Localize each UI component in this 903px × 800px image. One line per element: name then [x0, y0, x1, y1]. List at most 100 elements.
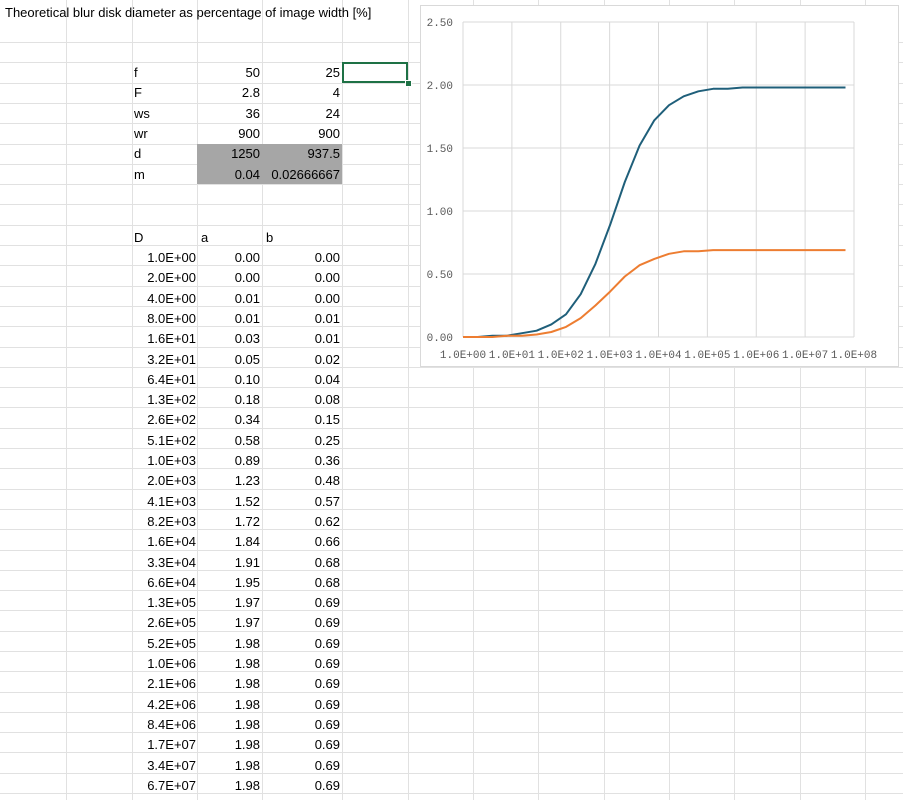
cell-a[interactable]: 1.52 [197, 492, 260, 512]
param-value-1[interactable]: 50 [197, 63, 260, 83]
cell-b[interactable]: 0.04 [262, 370, 340, 390]
cell-b[interactable]: 0.69 [262, 695, 340, 715]
sheet-title[interactable]: Theoretical blur disk diameter as percen… [5, 3, 371, 23]
cell-b[interactable]: 0.01 [262, 329, 340, 349]
cell-b[interactable]: 0.02 [262, 350, 340, 370]
cell-a[interactable]: 0.03 [197, 329, 260, 349]
cell-a[interactable]: 1.95 [197, 573, 260, 593]
cell-b[interactable]: 0.69 [262, 613, 340, 633]
cell-a[interactable]: 1.72 [197, 512, 260, 532]
cell-d[interactable]: 1.3E+05 [132, 593, 196, 613]
cell-a[interactable]: 1.97 [197, 613, 260, 633]
cell-b[interactable]: 0.69 [262, 674, 340, 694]
param-value-1[interactable]: 1250 [197, 144, 260, 164]
param-value-2[interactable]: 937.5 [262, 144, 340, 164]
cell-a[interactable]: 1.98 [197, 634, 260, 654]
cell-a[interactable]: 1.23 [197, 471, 260, 491]
cell-d[interactable]: 4.0E+00 [132, 289, 196, 309]
cell-a[interactable]: 1.91 [197, 553, 260, 573]
cell-a[interactable]: 0.58 [197, 431, 260, 451]
cell-d[interactable]: 6.7E+07 [132, 776, 196, 796]
cell-b[interactable]: 0.69 [262, 715, 340, 735]
line-chart[interactable]: 0.00 0.50 1.00 1.50 2.00 2.50 1.0E+00 1.0E+01 1.… [420, 5, 899, 367]
cell-b[interactable]: 0.36 [262, 451, 340, 471]
param-label[interactable]: F [134, 83, 142, 103]
param-value-1[interactable]: 0.04 [197, 165, 260, 185]
cell-a[interactable]: 1.98 [197, 674, 260, 694]
cell-a[interactable]: 0.00 [197, 248, 260, 268]
cell-d[interactable]: 1.6E+01 [132, 329, 196, 349]
cell-b[interactable]: 0.15 [262, 410, 340, 430]
cell-a[interactable]: 1.97 [197, 593, 260, 613]
cell-d[interactable]: 5.2E+05 [132, 634, 196, 654]
cell-d[interactable]: 3.3E+04 [132, 553, 196, 573]
cell-a[interactable]: 1.98 [197, 735, 260, 755]
active-cell-selection[interactable] [342, 62, 408, 83]
param-label[interactable]: d [134, 144, 141, 164]
param-value-1[interactable]: 2.8 [197, 83, 260, 103]
cell-d[interactable]: 3.4E+07 [132, 756, 196, 776]
cell-b[interactable]: 0.69 [262, 756, 340, 776]
cell-d[interactable]: 5.1E+02 [132, 431, 196, 451]
cell-d[interactable]: 1.3E+02 [132, 390, 196, 410]
param-label[interactable]: m [134, 165, 145, 185]
cell-d[interactable]: 2.1E+06 [132, 674, 196, 694]
cell-a[interactable]: 1.98 [197, 715, 260, 735]
cell-b[interactable]: 0.69 [262, 735, 340, 755]
cell-d[interactable]: 1.0E+06 [132, 654, 196, 674]
cell-b[interactable]: 0.00 [262, 248, 340, 268]
param-label[interactable]: wr [134, 124, 148, 144]
cell-b[interactable]: 0.69 [262, 776, 340, 796]
cell-d[interactable]: 6.6E+04 [132, 573, 196, 593]
cell-d[interactable]: 6.4E+01 [132, 370, 196, 390]
cell-b[interactable]: 0.08 [262, 390, 340, 410]
fill-handle[interactable] [405, 80, 412, 87]
cell-a[interactable]: 1.98 [197, 654, 260, 674]
cell-a[interactable]: 1.98 [197, 756, 260, 776]
cell-a[interactable]: 0.01 [197, 289, 260, 309]
cell-d[interactable]: 3.2E+01 [132, 350, 196, 370]
header-a[interactable]: a [201, 228, 208, 248]
cell-b[interactable]: 0.66 [262, 532, 340, 552]
cell-b[interactable]: 0.69 [262, 593, 340, 613]
cell-d[interactable]: 8.2E+03 [132, 512, 196, 532]
cell-a[interactable]: 0.05 [197, 350, 260, 370]
param-value-2[interactable]: 4 [262, 83, 340, 103]
cell-b[interactable]: 0.68 [262, 553, 340, 573]
param-value-1[interactable]: 900 [197, 124, 260, 144]
cell-b[interactable]: 0.68 [262, 573, 340, 593]
cell-b[interactable]: 0.69 [262, 654, 340, 674]
cell-a[interactable]: 0.89 [197, 451, 260, 471]
cell-d[interactable]: 1.7E+07 [132, 735, 196, 755]
param-value-1[interactable]: 36 [197, 104, 260, 124]
cell-d[interactable]: 1.0E+03 [132, 451, 196, 471]
cell-a[interactable]: 0.01 [197, 309, 260, 329]
cell-d[interactable]: 2.0E+00 [132, 268, 196, 288]
cell-a[interactable]: 1.98 [197, 776, 260, 796]
cell-b[interactable]: 0.00 [262, 289, 340, 309]
cell-a[interactable]: 0.10 [197, 370, 260, 390]
cell-b[interactable]: 0.01 [262, 309, 340, 329]
cell-d[interactable]: 2.6E+05 [132, 613, 196, 633]
param-label[interactable]: ws [134, 104, 150, 124]
cell-b[interactable]: 0.62 [262, 512, 340, 532]
param-value-2[interactable]: 0.02666667 [262, 165, 340, 185]
header-b[interactable]: b [266, 228, 273, 248]
cell-b[interactable]: 0.69 [262, 634, 340, 654]
cell-d[interactable]: 2.0E+03 [132, 471, 196, 491]
cell-d[interactable]: 2.6E+02 [132, 410, 196, 430]
cell-d[interactable]: 1.0E+00 [132, 248, 196, 268]
header-d[interactable]: D [134, 228, 143, 248]
cell-a[interactable]: 0.18 [197, 390, 260, 410]
cell-d[interactable]: 4.2E+06 [132, 695, 196, 715]
param-value-2[interactable]: 25 [262, 63, 340, 83]
param-value-2[interactable]: 900 [262, 124, 340, 144]
param-label[interactable]: f [134, 63, 138, 83]
param-value-2[interactable]: 24 [262, 104, 340, 124]
cell-a[interactable]: 1.98 [197, 695, 260, 715]
cell-d[interactable]: 8.4E+06 [132, 715, 196, 735]
cell-b[interactable]: 0.00 [262, 268, 340, 288]
cell-d[interactable]: 8.0E+00 [132, 309, 196, 329]
cell-a[interactable]: 1.84 [197, 532, 260, 552]
cell-d[interactable]: 1.6E+04 [132, 532, 196, 552]
